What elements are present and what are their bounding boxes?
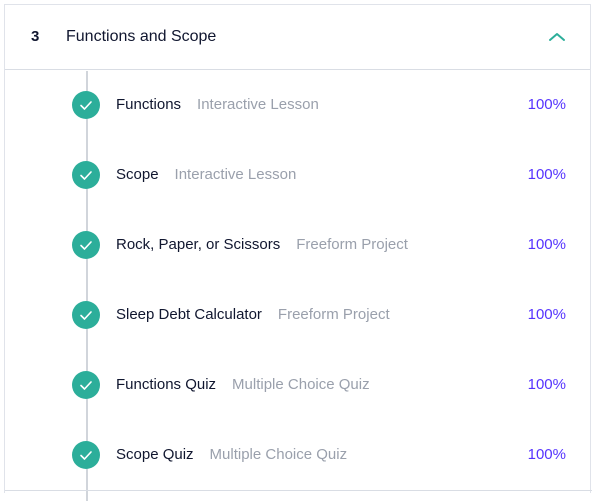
lesson-type: Freeform Project (296, 236, 408, 253)
check-circle-icon (72, 371, 100, 399)
lesson-progress: 100% (527, 236, 566, 253)
check-circle-icon (72, 301, 100, 329)
lesson-progress: 100% (527, 96, 566, 113)
check-circle-icon (72, 441, 100, 469)
check-circle-icon (72, 161, 100, 189)
check-circle-icon (72, 231, 100, 259)
lesson-title[interactable]: Rock, Paper, or Scissors (116, 236, 280, 253)
lesson-type: Multiple Choice Quiz (209, 446, 348, 463)
lesson-progress: 100% (527, 306, 566, 323)
lesson-title[interactable]: Functions (116, 96, 181, 113)
lesson-type: Freeform Project (277, 306, 390, 323)
lesson-title[interactable]: Functions Quiz (116, 376, 216, 393)
module-panel: 3 Functions and Scope Functions Interacti… (4, 4, 592, 501)
module-title: Functions and Scope (66, 28, 217, 45)
lesson-progress: 100% (527, 376, 566, 393)
lesson-row-scope-quiz[interactable]: Scope Quiz Multiple Choice Quiz 100% (5, 435, 590, 475)
lesson-title[interactable]: Scope Quiz (116, 446, 194, 463)
lesson-row-rock-paper-scissors[interactable]: Rock, Paper, or Scissors Freeform Project… (5, 225, 590, 265)
module-number: 3 (31, 28, 40, 45)
lesson-row-functions[interactable]: Functions Interactive Lesson 100% (5, 85, 590, 125)
lesson-type: Multiple Choice Quiz (232, 376, 370, 393)
module-header[interactable]: 3 Functions and Scope (5, 5, 590, 70)
chevron-up-icon[interactable] (547, 29, 567, 45)
lesson-progress: 100% (527, 446, 566, 463)
lesson-type: Interactive Lesson (197, 96, 319, 113)
lesson-row-scope[interactable]: Scope Interactive Lesson 100% (5, 155, 590, 195)
lesson-row-sleep-debt-calculator[interactable]: Sleep Debt Calculator Freeform Project 10… (5, 295, 590, 335)
lesson-type: Interactive Lesson (174, 166, 297, 183)
lesson-progress: 100% (527, 166, 566, 183)
lesson-row-functions-quiz[interactable]: Functions Quiz Multiple Choice Quiz 100% (5, 365, 590, 405)
lesson-title[interactable]: Scope (116, 166, 159, 183)
check-circle-icon (72, 91, 100, 119)
lesson-title[interactable]: Sleep Debt Calculator (116, 306, 262, 323)
divider (5, 490, 592, 491)
